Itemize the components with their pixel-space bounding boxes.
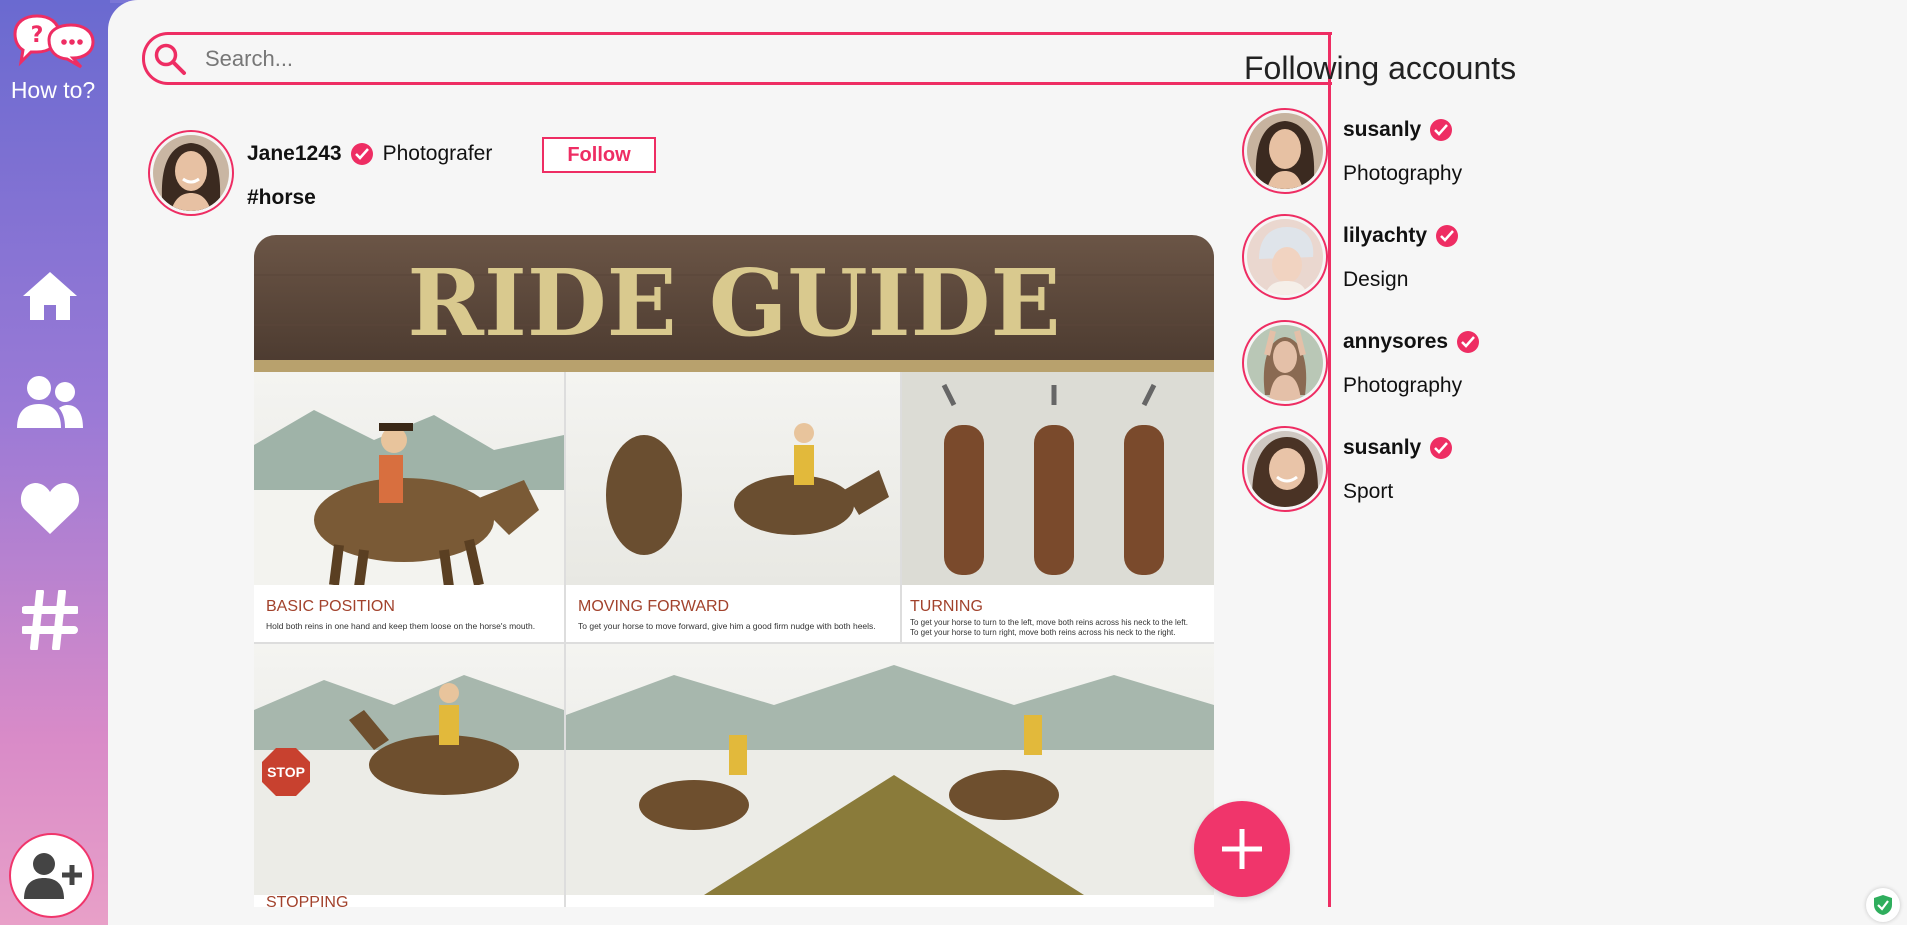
following-title: Following accounts <box>1244 50 1517 86</box>
nav-hashtags[interactable] <box>14 584 86 656</box>
nav-home[interactable] <box>14 260 86 332</box>
nav-people[interactable] <box>14 366 86 438</box>
logo-label: How to? <box>10 77 96 103</box>
users-icon <box>17 376 83 428</box>
following-account[interactable]: susanly Sport <box>1242 426 1642 516</box>
security-shield-icon[interactable] <box>1866 888 1900 922</box>
add-user-button[interactable] <box>9 833 94 918</box>
panel-title-turning: TURNING <box>910 598 983 615</box>
account-name: annysores <box>1343 330 1449 353</box>
chat-bubbles-icon: ? <box>13 14 95 69</box>
avatar[interactable] <box>1242 214 1328 300</box>
stop-sign: STOP <box>267 764 305 780</box>
heart-icon <box>20 483 80 534</box>
panel-title-stopping: STOPPING <box>266 894 348 907</box>
account-name: susanly <box>1343 118 1422 141</box>
panel-text-basic-position: Hold both reins in one hand and keep the… <box>266 621 535 631</box>
avatar[interactable] <box>1242 108 1328 194</box>
post-author-avatar[interactable] <box>148 130 234 216</box>
panel-text-turning: To get your horse to turn to the left, m… <box>910 618 1188 627</box>
panel-title-basic-position: BASIC POSITION <box>266 598 395 615</box>
verified-icon <box>1430 119 1453 141</box>
verified-icon <box>350 143 373 165</box>
account-category: Design <box>1343 268 1409 291</box>
app-logo[interactable]: ? How to? <box>8 12 98 104</box>
plus-icon <box>1222 829 1262 869</box>
hashtag-icon <box>22 590 78 650</box>
create-post-button[interactable] <box>1194 801 1290 897</box>
post-image[interactable]: RIDE GUIDE BASIC POSITION Hold both rein… <box>254 235 1214 907</box>
add-user-icon <box>23 852 82 899</box>
search-bar[interactable] <box>142 32 1332 85</box>
avatar[interactable] <box>1242 320 1328 406</box>
follow-button[interactable]: Follow <box>542 137 656 173</box>
home-icon <box>23 272 77 320</box>
account-category: Photography <box>1343 374 1463 397</box>
following-account[interactable]: annysores Photography <box>1242 320 1642 410</box>
following-account[interactable]: lilyachty Design <box>1242 214 1642 304</box>
following-account[interactable]: susanly Photography <box>1242 108 1642 198</box>
account-category: Sport <box>1343 480 1394 503</box>
post-author-role: Photografer <box>382 142 493 165</box>
verified-icon <box>1430 437 1453 459</box>
nav-favorites[interactable] <box>14 472 86 544</box>
panel-text-moving-forward: To get your horse to move forward, give … <box>578 621 876 631</box>
verified-icon <box>1436 225 1459 247</box>
account-name: susanly <box>1343 436 1422 459</box>
post-author-name[interactable]: Jane1243 <box>247 142 342 166</box>
post-author: Jane1243 Photografer <box>247 142 492 166</box>
search-icon <box>154 43 186 75</box>
avatar[interactable] <box>1242 426 1328 512</box>
account-category: Photography <box>1343 162 1463 185</box>
panel-title-moving-forward: MOVING FORWARD <box>578 598 729 615</box>
account-name: lilyachty <box>1343 224 1428 247</box>
search-input[interactable] <box>205 45 1205 72</box>
verified-icon <box>1457 331 1480 353</box>
panel-text-turning-2: To get your horse to turn right, move bo… <box>910 628 1175 637</box>
sidebar-nav: ? How to? <box>0 0 108 925</box>
post-hashtag[interactable]: #horse <box>247 186 316 210</box>
banner-title: RIDE GUIDE <box>407 249 1060 357</box>
svg-text:?: ? <box>31 23 44 48</box>
